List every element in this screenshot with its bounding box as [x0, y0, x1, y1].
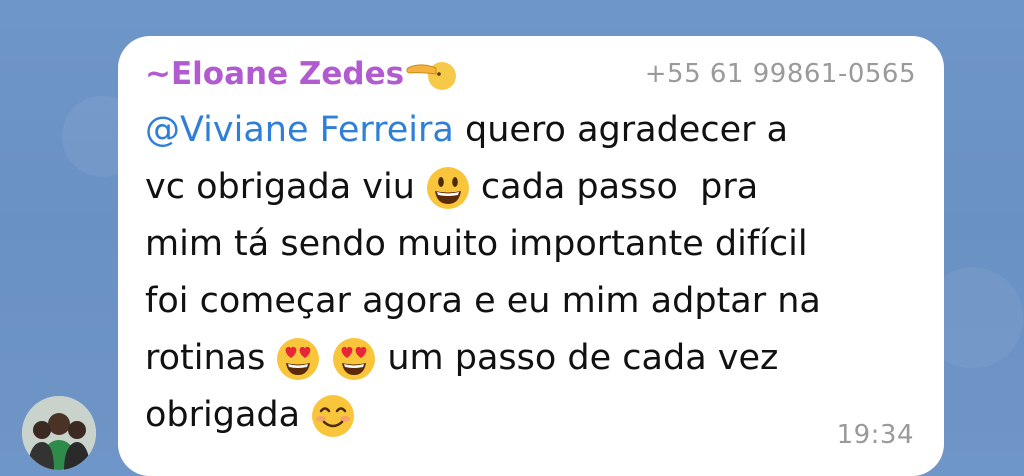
message-fragment: obrigada — [145, 395, 301, 435]
smiling-face-icon — [310, 393, 356, 439]
avatar[interactable] — [22, 396, 96, 470]
message-line: rotinas um passo de cada vez — [145, 330, 916, 387]
heart-eyes-icon — [275, 336, 321, 382]
message-header: ~Eloane Zedes +55 61 99861-0565 — [145, 54, 916, 94]
sender-name-text: ~Eloane Zedes — [145, 56, 405, 92]
sender-phone: +55 61 99861-0565 — [644, 59, 916, 89]
message-fragment: quero agradecer a — [453, 110, 789, 150]
message-fragment: um passo de cada vez — [387, 338, 779, 378]
message-line: mim tá sendo muito importante difícil — [145, 216, 916, 273]
message-line: vc obrigada viu cada passo pra — [145, 159, 916, 216]
message-fragment: mim tá sendo muito importante difícil — [145, 224, 808, 264]
message-timestamp: 19:34 — [836, 420, 914, 450]
backhand-index-pointing-left-icon — [406, 54, 457, 94]
message-line: obrigada — [145, 387, 916, 444]
mention-link[interactable]: @Viviane Ferreira — [145, 102, 454, 159]
message-text: @Viviane Ferreira quero agradecer a vc o… — [145, 102, 916, 444]
message-line: foi começar agora e eu mim adptar na — [145, 273, 916, 330]
heart-eyes-icon — [331, 336, 377, 382]
message-fragment: vc obrigada viu — [145, 167, 415, 207]
message-line: @Viviane Ferreira quero agradecer a — [145, 102, 916, 159]
message-fragment: cada passo pra — [480, 167, 759, 207]
grinning-face-icon — [425, 165, 471, 211]
message-bubble[interactable]: ~Eloane Zedes +55 61 99861-0565 @Viviane… — [118, 36, 944, 476]
message-fragment: rotinas — [145, 338, 266, 378]
message-fragment: foi começar agora e eu mim adptar na — [145, 281, 821, 321]
sender-name[interactable]: ~Eloane Zedes — [145, 54, 457, 94]
